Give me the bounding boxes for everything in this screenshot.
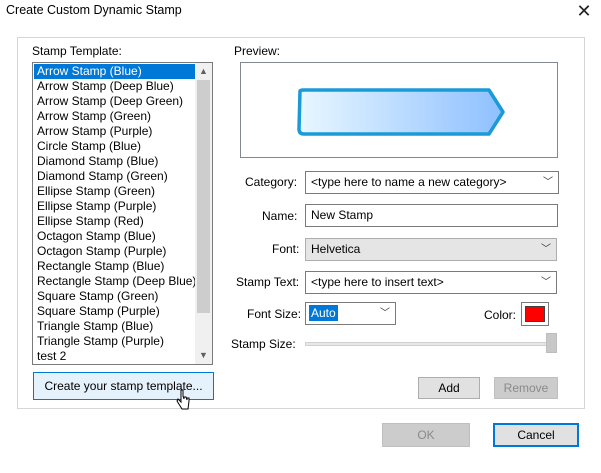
list-item[interactable]: Square Stamp (Green)	[34, 289, 195, 304]
list-item[interactable]: Triangle Stamp (Purple)	[34, 334, 195, 349]
stamp-text-value: <type here to insert text>	[311, 275, 444, 289]
window-title: Create Custom Dynamic Stamp	[6, 3, 182, 17]
category-combobox[interactable]: <type here to name a new category> ﹀	[305, 171, 559, 194]
stamp-size-slider-track[interactable]	[305, 342, 557, 346]
list-item[interactable]: Triangle Stamp (Blue)	[34, 319, 195, 334]
stamp-preview-arrow	[297, 88, 505, 136]
name-label: Name:	[262, 209, 298, 223]
category-label: Category:	[245, 175, 298, 189]
list-item[interactable]: Diamond Stamp (Blue)	[34, 154, 195, 169]
chevron-down-icon[interactable]: ﹀	[541, 239, 551, 260]
close-icon[interactable]: ✕	[573, 0, 595, 22]
color-swatch-button[interactable]	[521, 302, 549, 326]
stamp-template-label: Stamp Template:	[32, 44, 122, 58]
stamp-template-items: Arrow Stamp (Blue) Arrow Stamp (Deep Blue…	[34, 64, 195, 364]
list-scrollbar[interactable]: ▲ ▼	[195, 63, 212, 364]
list-item[interactable]: Arrow Stamp (Deep Green)	[34, 94, 195, 109]
stamp-size-label: Stamp Size:	[231, 337, 296, 351]
list-item[interactable]: Octagon Stamp (Purple)	[34, 244, 195, 259]
add-button[interactable]: Add	[418, 377, 480, 399]
list-item[interactable]: Diamond Stamp (Green)	[34, 169, 195, 184]
mouse-cursor-icon	[176, 389, 190, 410]
list-item[interactable]: Ellipse Stamp (Purple)	[34, 199, 195, 214]
stamp-preview	[240, 62, 558, 158]
list-item[interactable]: Circle Stamp (Blue)	[34, 139, 195, 154]
chevron-down-icon[interactable]: ﹀	[380, 303, 390, 324]
font-size-label: Font Size:	[247, 307, 302, 321]
list-item[interactable]: Arrow Stamp (Deep Blue)	[34, 79, 195, 94]
remove-button[interactable]: Remove	[494, 377, 558, 399]
list-item[interactable]: Rectangle Stamp (Blue)	[34, 259, 195, 274]
list-item[interactable]: Rectangle Stamp (Deep Blue)	[34, 274, 195, 289]
list-item[interactable]: Ellipse Stamp (Green)	[34, 184, 195, 199]
list-item[interactable]: Ellipse Stamp (Red)	[34, 214, 195, 229]
list-item[interactable]: test 2	[34, 349, 195, 364]
font-size-value: Auto	[309, 305, 338, 321]
list-item[interactable]: Arrow Stamp (Purple)	[34, 124, 195, 139]
stamp-text-label: Stamp Text:	[236, 275, 300, 289]
list-item[interactable]: Arrow Stamp (Blue)	[34, 64, 195, 79]
preview-label: Preview:	[234, 44, 281, 58]
list-item[interactable]: Square Stamp (Purple)	[34, 304, 195, 319]
font-size-combobox[interactable]: Auto ﹀	[305, 302, 396, 325]
list-item[interactable]: Octagon Stamp (Blue)	[34, 229, 195, 244]
chevron-down-icon[interactable]: ﹀	[541, 272, 551, 293]
category-value: <type here to name a new category>	[311, 175, 507, 189]
stamp-size-slider-thumb[interactable]	[546, 333, 557, 353]
cancel-button[interactable]: Cancel	[493, 423, 579, 447]
scroll-up-icon[interactable]: ▲	[195, 63, 212, 80]
chevron-down-icon[interactable]: ﹀	[543, 172, 553, 193]
scroll-down-icon[interactable]: ▼	[195, 347, 212, 364]
stamp-template-list[interactable]: Arrow Stamp (Blue) Arrow Stamp (Deep Blue…	[32, 62, 213, 365]
font-combobox[interactable]: Helvetica ﹀	[305, 238, 557, 261]
font-label: Font:	[272, 242, 300, 256]
color-swatch-fill	[525, 306, 545, 322]
stamp-text-combobox[interactable]: <type here to insert text> ﹀	[305, 271, 557, 294]
ok-button[interactable]: OK	[382, 423, 470, 447]
name-field[interactable]: New Stamp	[305, 204, 558, 227]
title-bar: Create Custom Dynamic Stamp ✕	[0, 0, 601, 28]
scroll-thumb[interactable]	[197, 80, 210, 313]
list-item[interactable]: Arrow Stamp (Green)	[34, 109, 195, 124]
color-label: Color:	[484, 308, 517, 322]
font-value: Helvetica	[311, 242, 361, 256]
